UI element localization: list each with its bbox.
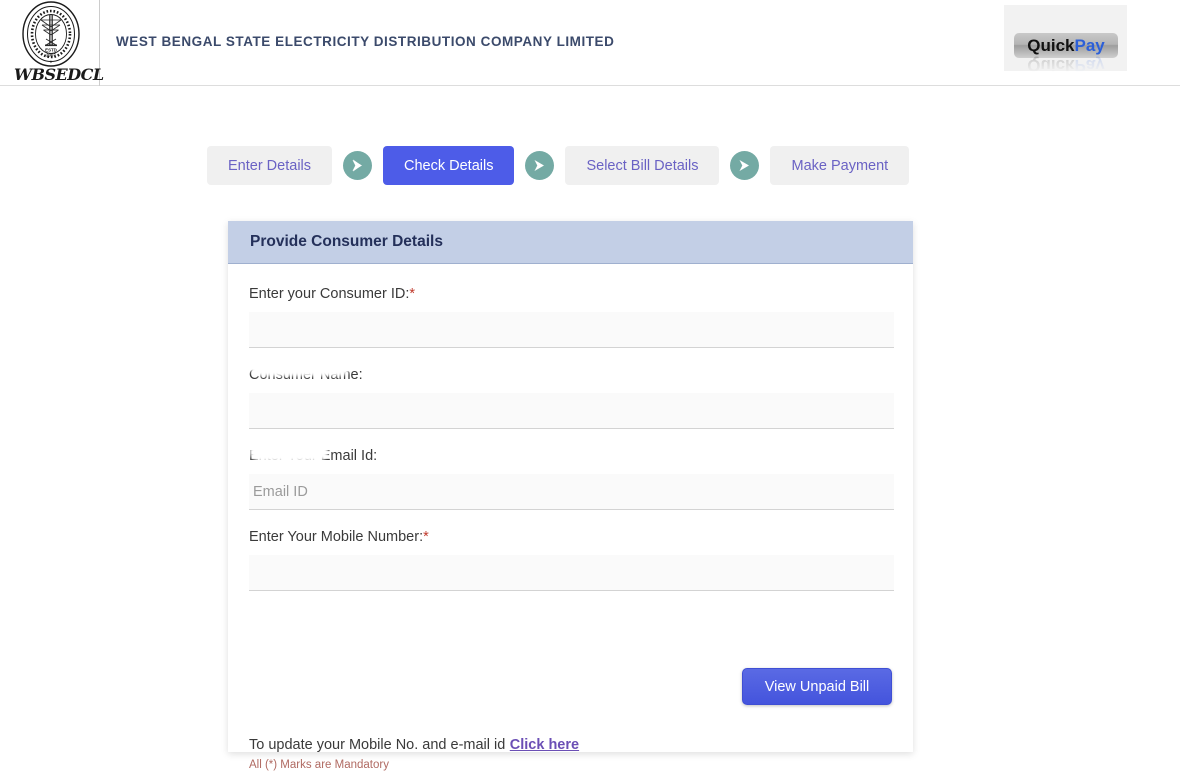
- email-label: Enter Your Email Id:: [249, 448, 378, 464]
- view-unpaid-bill-button[interactable]: View Unpaid Bill: [742, 668, 892, 705]
- field-group-email: Enter Your Email Id:: [249, 448, 894, 510]
- required-asterisk: *: [423, 529, 429, 545]
- provide-consumer-details-card: Provide Consumer Details Enter your Cons…: [228, 221, 913, 771]
- mobile-input[interactable]: [249, 555, 894, 591]
- step-label: Enter Details: [228, 157, 312, 174]
- logo-wordmark: WBSEDCL: [14, 65, 104, 84]
- step-label: Check Details: [404, 157, 494, 174]
- consumer-id-label: Enter your Consumer ID:*: [249, 286, 416, 302]
- field-group-mobile: Enter Your Mobile Number:*: [249, 529, 894, 591]
- quick-pay-label-quick: Quick: [1027, 36, 1075, 55]
- arrow-right-icon: [343, 151, 373, 180]
- step-enter-details[interactable]: Enter Details: [207, 146, 333, 185]
- footer-note-text: To update your Mobile No. and e-mail id: [249, 737, 506, 753]
- update-mobile-email-link[interactable]: Click here: [510, 737, 579, 753]
- field-group-consumer-id: Enter your Consumer ID:*: [249, 286, 894, 348]
- arrow-right-icon: [730, 151, 760, 180]
- mobile-label: Enter Your Mobile Number:*: [249, 529, 429, 545]
- step-make-payment[interactable]: Make Payment: [770, 146, 910, 185]
- card-header: Provide Consumer Details: [228, 221, 913, 264]
- required-asterisk: *: [409, 286, 416, 302]
- card-body: Enter your Consumer ID:* Consumer Name: …: [228, 264, 913, 771]
- arrow-right-icon: [525, 151, 555, 180]
- step-check-details[interactable]: Check Details: [383, 146, 515, 185]
- email-input[interactable]: [249, 474, 894, 510]
- quick-pay-reflection: QuickPay: [1027, 56, 1105, 72]
- seal-estd-year: 2007: [46, 52, 56, 57]
- consumer-id-input[interactable]: [249, 312, 894, 348]
- field-group-consumer-name: Consumer Name:: [249, 367, 894, 429]
- site-header: ESTD 2007 ✦ WBSEDCL WEST BENGAL STATE EL…: [0, 0, 1180, 86]
- quick-pay-label-pay: Pay: [1074, 36, 1105, 55]
- card-title: Provide Consumer Details: [250, 233, 443, 250]
- quick-pay-panel: QuickPay QuickPay: [1004, 5, 1127, 72]
- mandatory-note: All (*) Marks are Mandatory: [249, 759, 389, 771]
- consumer-name-label: Consumer Name:: [249, 367, 363, 383]
- step-label: Make Payment: [791, 157, 889, 174]
- consumer-name-input[interactable]: [249, 393, 894, 429]
- wbsedcl-seal-logo-icon: ESTD 2007 ✦: [22, 1, 80, 67]
- submit-row: View Unpaid Bill: [228, 668, 913, 705]
- step-label: Select Bill Details: [586, 157, 699, 174]
- redaction-overlay-mobile: [250, 614, 332, 633]
- company-title: WEST BENGAL STATE ELECTRICITY DISTRIBUTI…: [116, 34, 615, 49]
- logo-block: ESTD 2007 ✦ WBSEDCL: [0, 0, 104, 86]
- quick-pay-button[interactable]: QuickPay: [1014, 33, 1118, 58]
- step-select-bill-details[interactable]: Select Bill Details: [565, 146, 720, 185]
- progress-stepper: Enter Details Check Details Select Bill …: [207, 146, 910, 185]
- footer-note: To update your Mobile No. and e-mail id …: [249, 736, 899, 771]
